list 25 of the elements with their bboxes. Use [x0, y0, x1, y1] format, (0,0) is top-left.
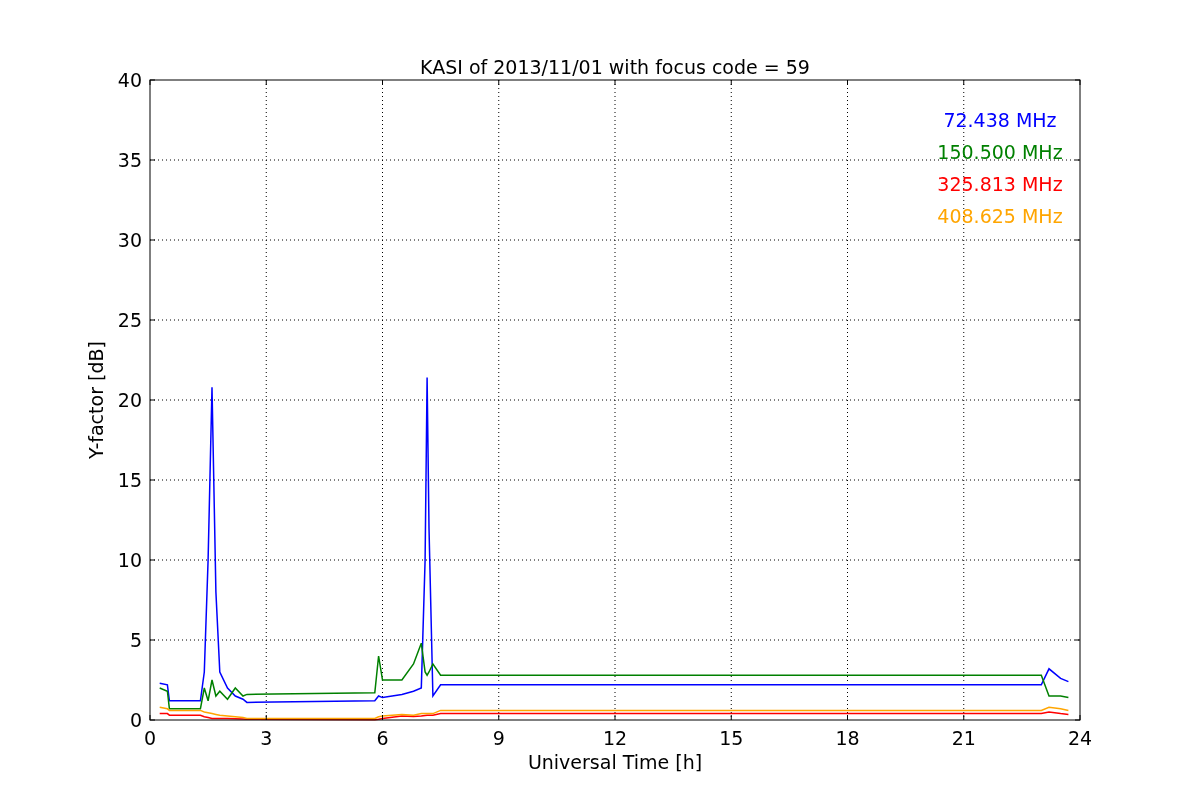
x-tick-label: 15: [719, 727, 744, 749]
x-tick-label: 24: [1067, 727, 1093, 749]
chart-title: KASI of 2013/11/01 with focus code = 59: [420, 56, 810, 78]
y-tick-label: 25: [117, 309, 142, 331]
x-tick-label: 18: [835, 727, 860, 749]
x-tick-label: 6: [376, 727, 389, 749]
legend-label: 150.500 MHz: [937, 141, 1063, 163]
legend-label: 325.813 MHz: [937, 173, 1063, 195]
y-axis-label: Y-factor [dB]: [85, 341, 107, 459]
y-tick-label: 35: [117, 149, 142, 171]
legend-label: 72.438 MHz: [943, 109, 1057, 131]
x-tick-label: 21: [951, 727, 976, 749]
y-tick-label: 10: [117, 549, 142, 571]
x-tick-label: 12: [602, 727, 628, 749]
y-tick-label: 20: [117, 389, 142, 411]
y-tick-label: 5: [129, 629, 142, 651]
x-tick-label: 9: [492, 727, 505, 749]
y-tick-label: 15: [117, 469, 142, 491]
x-axis-label: Universal Time [h]: [527, 751, 703, 773]
x-tick-label: 3: [260, 727, 273, 749]
legend-label: 408.625 MHz: [937, 205, 1063, 227]
x-tick-label: 0: [143, 727, 157, 749]
y-tick-label: 30: [117, 229, 142, 251]
y-tick-label: 0: [129, 709, 142, 731]
y-tick-label: 40: [117, 69, 142, 91]
